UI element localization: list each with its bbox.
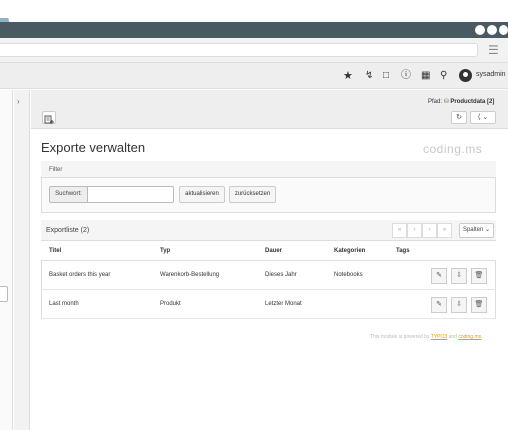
- first-page-button[interactable]: «: [392, 223, 407, 238]
- footer-middle: and: [448, 334, 457, 340]
- export-list-title: Exportliste (2): [46, 227, 90, 234]
- path-label: Pfad:: [428, 99, 443, 105]
- export-button[interactable]: ⇩: [451, 297, 467, 313]
- add-document-icon: [44, 115, 54, 124]
- edit-button[interactable]: ✎: [431, 268, 447, 284]
- search-label: Suchwort:: [49, 186, 88, 203]
- delete-button[interactable]: 🗑: [471, 268, 487, 284]
- window-dot-icon[interactable]: [487, 25, 497, 35]
- columns-dropdown[interactable]: Spalten ⌄: [459, 223, 494, 238]
- doc-header: [31, 90, 508, 129]
- backend-topbar: [0, 63, 508, 89]
- browser-titlebar: [0, 22, 508, 38]
- column-header-categories[interactable]: Kategorien: [334, 248, 365, 254]
- cell-categories: Notebooks: [334, 272, 363, 278]
- edit-button[interactable]: ✎: [431, 297, 447, 313]
- edit-icon: ✎: [436, 301, 442, 308]
- filter-title: Filter: [49, 167, 63, 173]
- filter-panel-header: [41, 161, 496, 178]
- column-header-type[interactable]: Typ: [160, 248, 170, 254]
- footer-prefix: This module is powered by: [370, 334, 430, 340]
- hamburger-icon[interactable]: ☰: [488, 43, 499, 57]
- url-input[interactable]: [0, 43, 478, 57]
- path-value[interactable]: Productdata [2]: [450, 99, 494, 105]
- window-dot-icon[interactable]: [475, 25, 485, 35]
- previous-page-button[interactable]: ‹: [407, 223, 422, 238]
- star-icon[interactable]: ★: [343, 70, 353, 82]
- help-icon[interactable]: ⓘ: [401, 70, 411, 82]
- document-icon[interactable]: □: [383, 70, 389, 82]
- page-tree-column: [14, 90, 30, 430]
- cell-title: Basket orders this year: [49, 272, 111, 278]
- module-menu: [0, 90, 13, 430]
- edit-icon: ✎: [436, 272, 442, 279]
- columns-label: Spalten: [462, 227, 484, 233]
- trash-icon: 🗑: [474, 272, 484, 279]
- last-page-button[interactable]: »: [437, 223, 452, 238]
- column-header-tags[interactable]: Tags: [396, 248, 410, 254]
- column-header-title[interactable]: Titel: [49, 248, 61, 254]
- next-page-button[interactable]: ›: [422, 223, 437, 238]
- cell-duration: Dieses Jahr: [265, 272, 297, 278]
- search-input[interactable]: [87, 186, 174, 203]
- avatar[interactable]: [459, 69, 472, 82]
- tree-toggle-button[interactable]: [0, 286, 8, 302]
- reload-button[interactable]: ↻: [451, 111, 467, 124]
- breadcrumb: Pfad: ⛁ Productdata [2]: [428, 98, 494, 105]
- typo3-link[interactable]: TYPO3: [431, 334, 447, 340]
- cell-type: Produkt: [160, 301, 181, 307]
- export-icon: ⇩: [456, 272, 462, 279]
- cell-title: Last month: [49, 301, 79, 307]
- cell-type: Warenkorb-Bestellung: [160, 272, 220, 278]
- chevron-right-icon[interactable]: ›: [17, 97, 20, 106]
- window-dot-icon[interactable]: [499, 25, 508, 35]
- refresh-button[interactable]: aktualisieren: [179, 186, 225, 203]
- reset-button[interactable]: zurücksetzen: [229, 186, 276, 203]
- share-button[interactable]: ⟨ ⌄: [470, 111, 496, 124]
- coding-ms-logo: coding.ms: [423, 142, 483, 156]
- delete-button[interactable]: 🗑: [471, 297, 487, 313]
- coding-ms-link[interactable]: coding.ms: [458, 334, 481, 340]
- share-icon: ⟨ ⌄: [477, 114, 489, 121]
- export-icon: ⇩: [456, 301, 462, 308]
- trash-icon: 🗑: [474, 301, 484, 308]
- username-label[interactable]: sysadmin: [476, 71, 506, 78]
- refresh-icon: ↻: [456, 114, 462, 121]
- export-button[interactable]: ⇩: [451, 268, 467, 284]
- chevron-down-icon: ⌄: [485, 227, 491, 233]
- page-title: Exporte verwalten: [41, 140, 146, 155]
- powered-by-footer: This module is powered by TYPO3 and codi…: [370, 334, 481, 340]
- new-record-button[interactable]: [42, 111, 56, 124]
- search-icon[interactable]: ⚲: [440, 70, 447, 82]
- system-info-icon[interactable]: ▦: [421, 70, 430, 82]
- cell-duration: Letzter Monat: [265, 301, 302, 307]
- column-header-duration[interactable]: Dauer: [265, 248, 282, 254]
- folder-icon: ⛁: [443, 99, 449, 105]
- bolt-icon[interactable]: ↯: [365, 70, 373, 82]
